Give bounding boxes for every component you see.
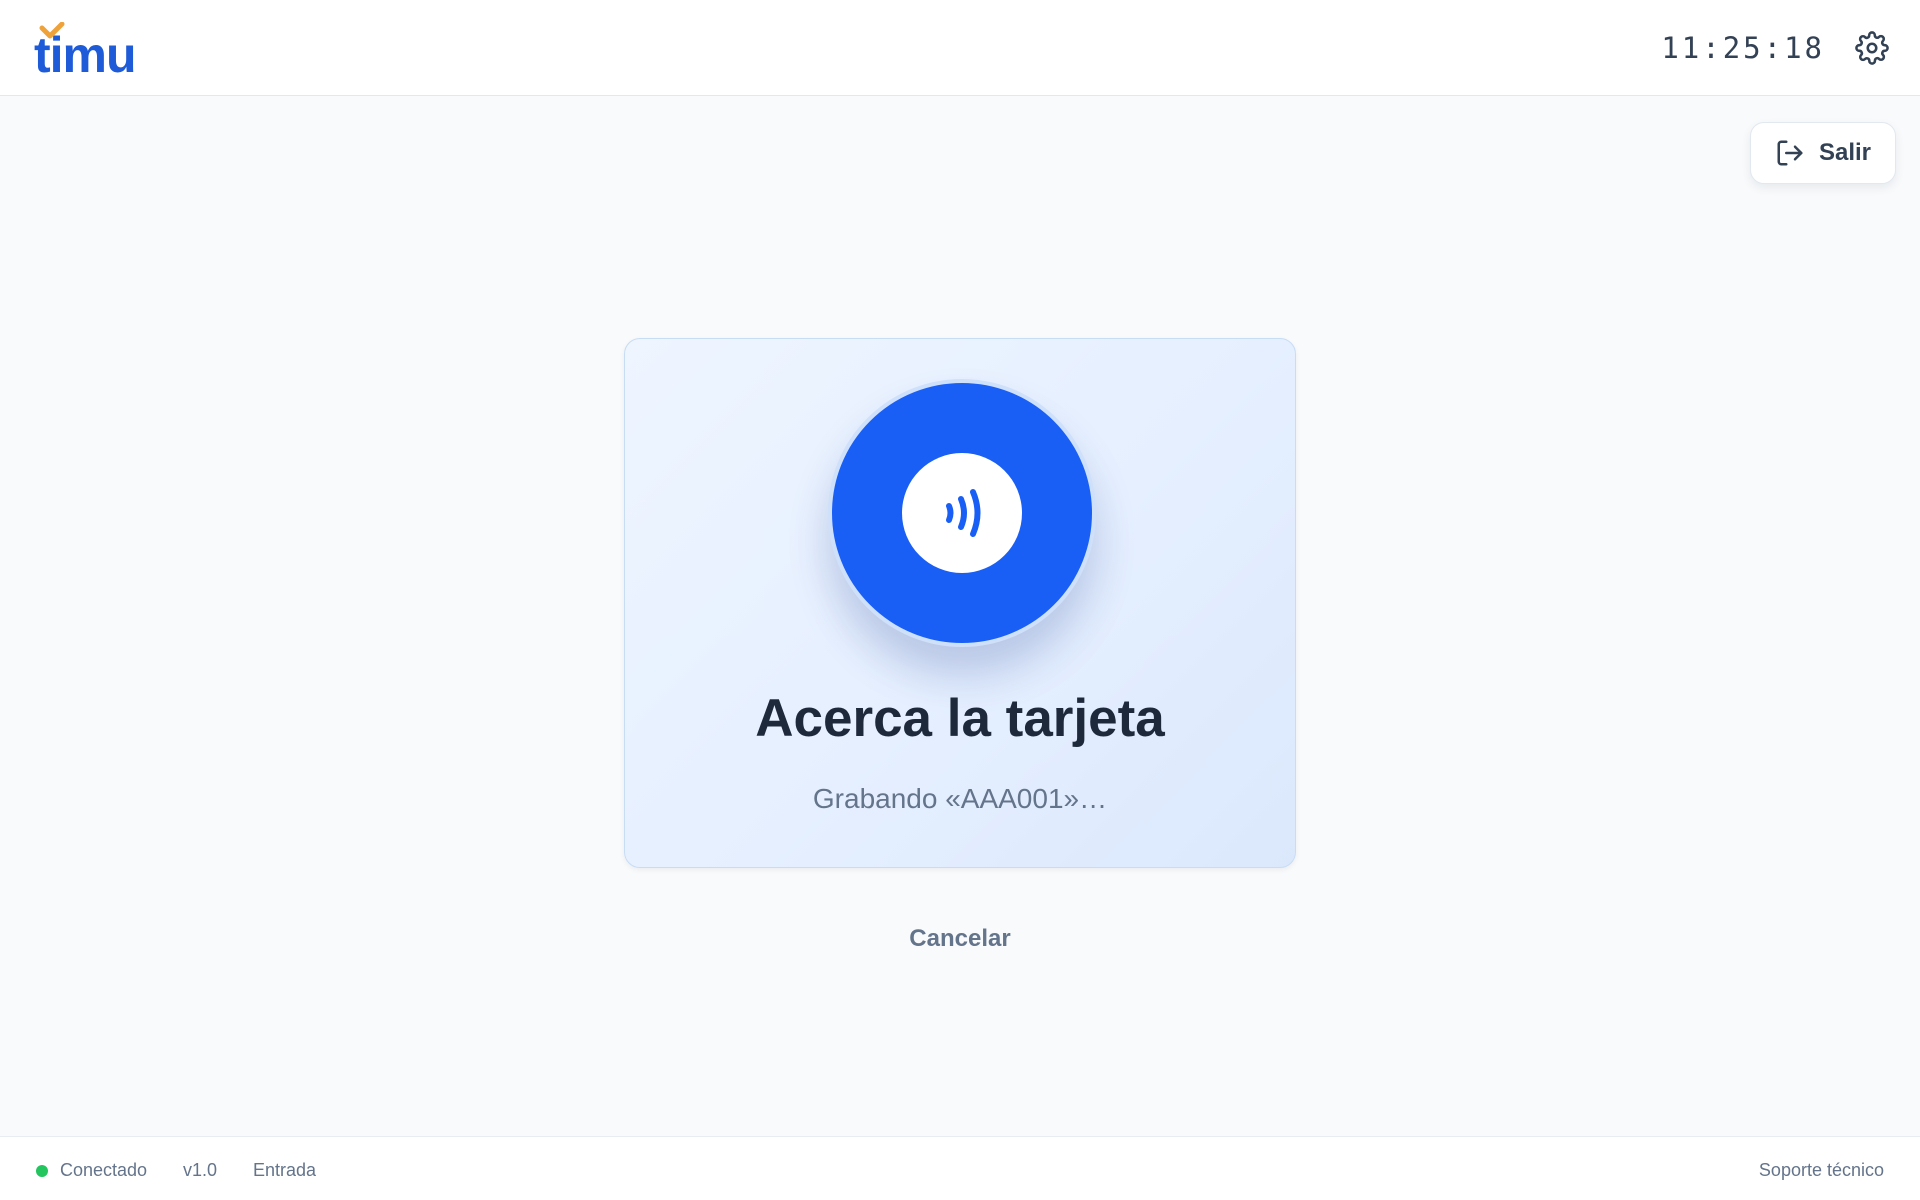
status-indicator-dot — [36, 1165, 48, 1177]
card-title: Acerca la tarjeta — [755, 689, 1165, 748]
logout-icon — [1777, 140, 1803, 166]
nfc-indicator — [828, 379, 1096, 647]
connection-status: Conectado — [60, 1160, 148, 1180]
exit-button-label: Salir — [1818, 139, 1872, 166]
terminal-mode: Entrada — [253, 1160, 317, 1180]
top-bar: timu 11:25:18 — [0, 0, 1920, 96]
nfc-contactless-icon — [946, 489, 981, 537]
nfc-icon-badge — [902, 453, 1022, 573]
cancel-button[interactable]: Cancelar — [860, 918, 1060, 960]
app-version: v1.0 — [183, 1160, 218, 1180]
nfc-prompt-card: Acerca la tarjeta Grabando «AAA001»… — [624, 338, 1296, 868]
status-bar: Conectado v1.0 Entrada Soporte técnico — [0, 1136, 1920, 1200]
card-subtitle: Grabando «AAA001»… — [812, 783, 1108, 814]
exit-button[interactable]: Salir — [1750, 122, 1896, 184]
clock: 11:25:18 — [1661, 31, 1825, 65]
settings-button[interactable] — [1852, 28, 1892, 68]
timu-logo: timu — [34, 22, 137, 78]
gear-icon — [1855, 31, 1889, 65]
support-link[interactable]: Soporte técnico — [1759, 1158, 1884, 1182]
